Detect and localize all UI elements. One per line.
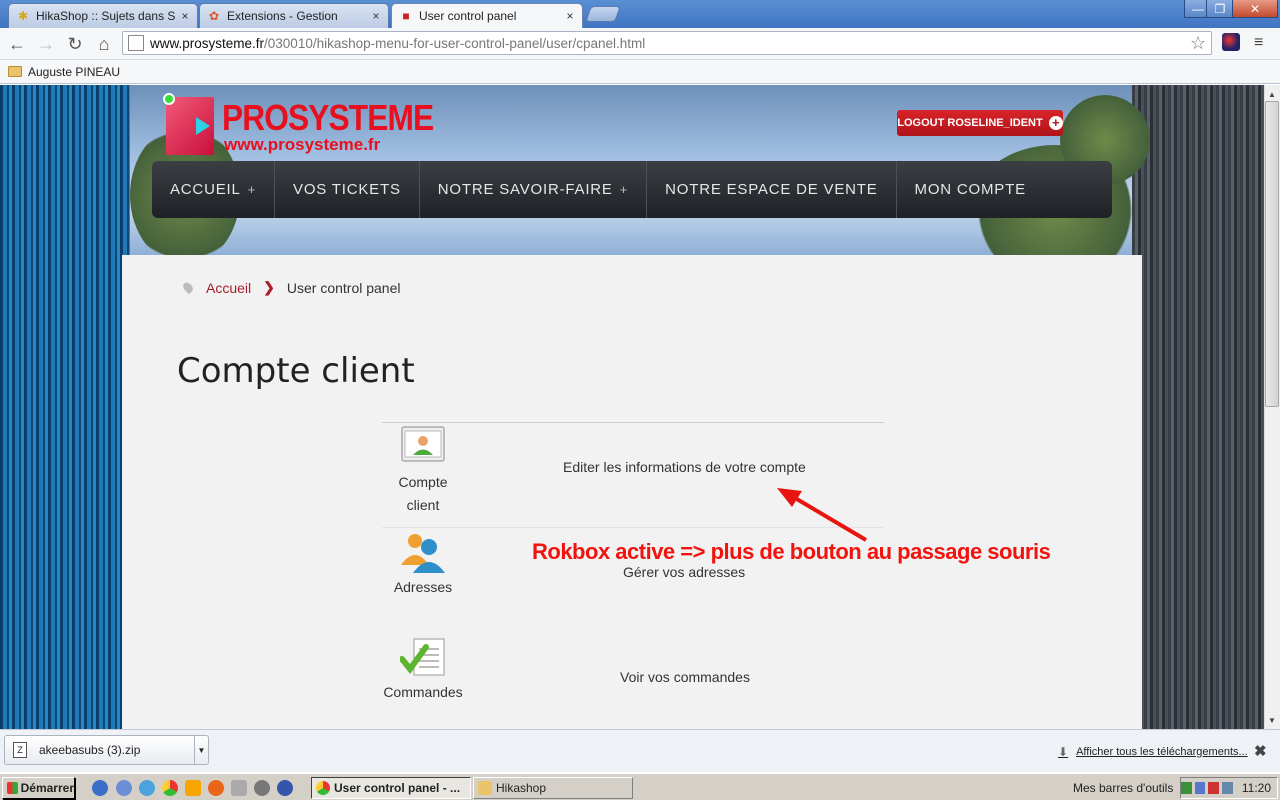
close-window-button[interactable]: ✕	[1232, 0, 1278, 18]
gear-quicklaunch-icon[interactable]	[254, 780, 270, 796]
taskbar-button-chrome[interactable]: User control panel - ...	[311, 777, 471, 799]
firefox-quicklaunch-icon[interactable]	[208, 780, 224, 796]
tray-app-icon[interactable]	[1180, 782, 1192, 794]
home-icon[interactable]: ⌂	[93, 33, 115, 55]
content-area: Accueil ❯ User control panel Compte clie…	[122, 255, 1142, 729]
joomla-icon: ✿	[208, 9, 220, 23]
menu-item-savoir-faire[interactable]: NOTRE SAVOIR-FAIRE +	[420, 161, 648, 218]
plus-icon: +	[619, 182, 629, 197]
new-tab-button[interactable]	[585, 6, 621, 22]
reload-icon[interactable]: ↻	[64, 33, 86, 55]
start-label: Démarrer	[20, 781, 74, 795]
network-icon[interactable]	[1194, 782, 1206, 794]
logout-label: LOGOUT ROSELINE_IDENT	[897, 117, 1043, 129]
background-right	[1132, 85, 1264, 729]
menu-label: NOTRE ESPACE DE VENTE	[665, 181, 878, 198]
show-all-label: Afficher tous les téléchargements...	[1076, 746, 1248, 758]
background-left	[0, 85, 130, 729]
download-arrow-icon: ⬇	[1058, 745, 1069, 759]
toolbars-text: Mes barres d'outils	[1073, 781, 1174, 795]
toolbars-label[interactable]: Mes barres d'outils »	[1073, 781, 1189, 795]
tab-title: User control panel	[419, 9, 517, 23]
download-filename: akeebasubs (3).zip	[39, 743, 141, 757]
tab-close-icon[interactable]: ×	[179, 9, 191, 23]
scroll-up-icon[interactable]: ▲	[1266, 88, 1278, 100]
menu-item-espace-vente[interactable]: NOTRE ESPACE DE VENTE	[647, 161, 897, 218]
chrome-quicklaunch-icon[interactable]	[162, 780, 178, 796]
page-icon	[128, 35, 144, 51]
bookmark-star-icon[interactable]: ☆	[1190, 33, 1206, 54]
menu-label: VOS TICKETS	[293, 181, 401, 198]
zip-file-icon: Z	[13, 742, 27, 758]
volume-icon[interactable]	[1222, 782, 1233, 794]
compass-quicklaunch-icon[interactable]	[139, 780, 155, 796]
folder-icon	[8, 66, 22, 77]
back-icon[interactable]: ←	[6, 33, 28, 55]
plus-icon: +	[1048, 116, 1063, 130]
tab-title: HikaShop :: Sujets dans Sup	[36, 9, 175, 23]
logo-dot	[163, 93, 175, 105]
menu-label: MON COMPTE	[914, 181, 1026, 198]
logo-title[interactable]: PROSYSTEME	[222, 97, 434, 139]
close-icon[interactable]: ✖	[1254, 742, 1267, 760]
menu-label: ACCUEIL	[170, 181, 241, 198]
folder-icon	[478, 781, 492, 795]
show-all-downloads-link[interactable]: ⬇ Afficher tous les téléchargements...	[1058, 745, 1248, 759]
taskbar-button-label: Hikashop	[496, 781, 547, 795]
globe-quicklaunch-icon[interactable]	[116, 780, 132, 796]
scrollbar-thumb[interactable]	[1265, 101, 1279, 407]
joomla-icon: ■	[402, 9, 410, 23]
site-header: PROSYSTEME www.prosysteme.fr LOGOUT ROSE…	[130, 85, 1150, 275]
menu-item-mon-compte[interactable]: MON COMPTE	[897, 161, 1044, 218]
clock[interactable]: 11:20	[1242, 781, 1271, 795]
annotation-arrow	[777, 488, 868, 542]
menu-item-vos-tickets[interactable]: VOS TICKETS	[275, 161, 420, 218]
app-quicklaunch-icon[interactable]	[185, 780, 201, 796]
windows-logo-icon	[7, 782, 18, 794]
taskbar-button-hikashop[interactable]: Hikashop	[473, 777, 633, 799]
url-domain: www.prosysteme.fr	[150, 35, 265, 51]
logout-button[interactable]: LOGOUT ROSELINE_IDENT +	[897, 110, 1063, 136]
bookmark-item[interactable]: Auguste PINEAU	[28, 65, 120, 79]
tab-title: Extensions - Gestion	[227, 9, 338, 23]
window-quicklaunch-icon[interactable]	[231, 780, 247, 796]
annotation-text: Rokbox active => plus de bouton au passa…	[532, 539, 1051, 564]
main-menu: ACCUEIL + VOS TICKETS NOTRE SAVOIR-FAIRE…	[152, 161, 1112, 218]
extension-icon[interactable]	[1222, 33, 1240, 51]
tab-close-icon[interactable]: ×	[564, 9, 576, 23]
system-tray: 11:20	[1180, 777, 1278, 799]
menu-item-accueil[interactable]: ACCUEIL +	[152, 161, 276, 218]
page-viewport: PROSYSTEME www.prosysteme.fr LOGOUT ROSE…	[0, 85, 1264, 729]
chrome-icon	[316, 781, 330, 795]
address-bar[interactable]: www.prosysteme.fr/030010/hikashop-menu-f…	[122, 31, 1212, 55]
downloads-bar: Z akeebasubs (3).zip ▼ ⬇ Afficher tous l…	[0, 729, 1280, 772]
maximize-button[interactable]: ❐	[1206, 0, 1234, 18]
download-item[interactable]: Z akeebasubs (3).zip ▼	[4, 735, 209, 765]
chevron-down-icon[interactable]: ▼	[194, 736, 208, 764]
security-icon[interactable]	[1208, 782, 1220, 794]
tab-hikashop[interactable]: ✱ HikaShop :: Sujets dans Sup ×	[8, 3, 198, 28]
menu-label: NOTRE SAVOIR-FAIRE	[437, 181, 613, 198]
tab-close-icon[interactable]: ×	[370, 9, 382, 23]
tab-user-control-panel[interactable]: ■ User control panel ×	[391, 3, 583, 28]
play-icon	[196, 117, 210, 135]
ie-quicklaunch-icon[interactable]	[92, 780, 108, 796]
menu-icon[interactable]: ≡	[1254, 34, 1263, 52]
tab-extensions[interactable]: ✿ Extensions - Gestion ×	[199, 3, 389, 28]
logo-url[interactable]: www.prosysteme.fr	[224, 135, 380, 155]
forward-icon[interactable]: →	[35, 33, 57, 55]
hikashop-icon: ✱	[17, 9, 29, 23]
taskbar-button-label: User control panel - ...	[334, 781, 461, 795]
start-button[interactable]: Démarrer	[2, 777, 75, 799]
url-path: /030010/hikashop-menu-for-user-control-p…	[264, 35, 646, 51]
bookmarks-bar: Auguste PINEAU	[0, 60, 1280, 84]
scroll-down-icon[interactable]: ▼	[1266, 714, 1278, 726]
media-quicklaunch-icon[interactable]	[277, 780, 293, 796]
taskbar: Démarrer User control panel - ... Hikash…	[0, 772, 1280, 800]
plus-icon: +	[247, 182, 257, 197]
